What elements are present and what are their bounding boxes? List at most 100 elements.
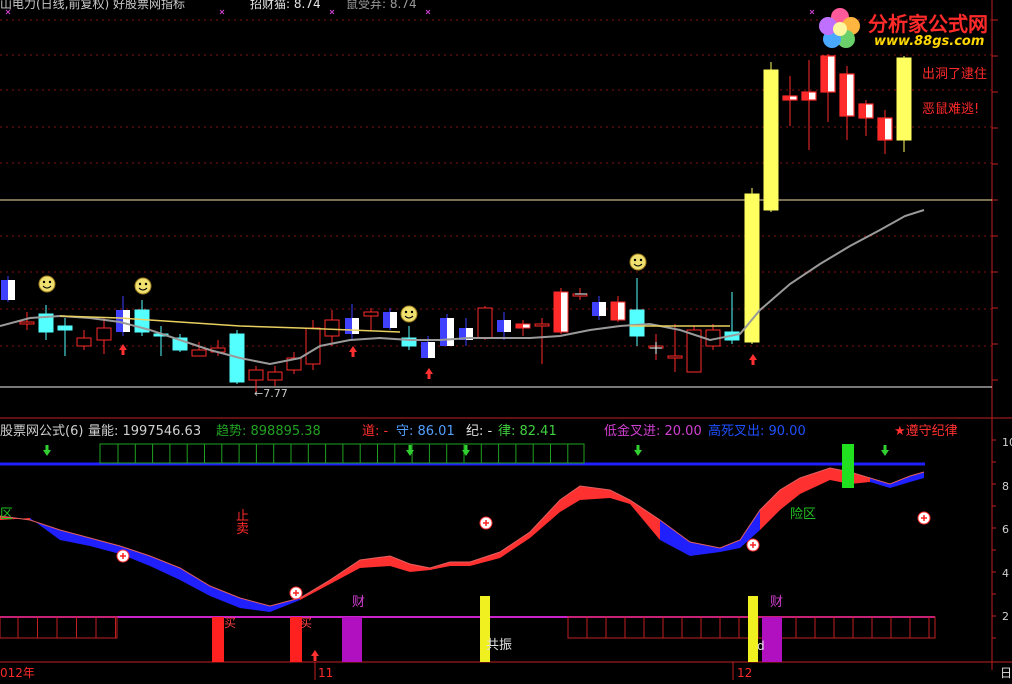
candle-body-red-44: [840, 74, 847, 116]
zone-right-label: 险区: [790, 507, 817, 522]
ribbon-seg-25: [690, 542, 720, 556]
smiley-eye-r-3: [639, 258, 643, 262]
ribbon-seg-23: [630, 500, 660, 540]
discipline-label: ★遵守纪律: [894, 424, 958, 439]
smiley-icon-1: [134, 277, 152, 295]
ribbon-seg-20: [560, 486, 580, 512]
smiley-eye-r-0: [48, 280, 52, 284]
smiley-icon-2: [400, 305, 418, 323]
candle-body-31: [592, 302, 599, 316]
candle-body-hl-31: [599, 302, 606, 316]
logo-url: www.88gs.com: [874, 34, 985, 49]
formula-name: 股票网公式(6): [0, 424, 84, 439]
candle-body-22: [421, 342, 428, 358]
smiley-icon-0: [38, 275, 56, 293]
candle-body-1: [19, 321, 35, 325]
vol-label: 量能: 1997546.63: [88, 424, 202, 439]
down-arrow-icon-2: [462, 445, 470, 456]
site-logo: 分析家公式网 www.88gs.com: [812, 2, 1010, 54]
logo-text: 分析家公式网: [868, 12, 988, 36]
ribbon-seg-28: [760, 490, 780, 530]
smiley-eye-l-1: [138, 282, 142, 286]
down-arrow-icon-0: [43, 445, 51, 456]
green-bar: [842, 444, 854, 488]
smiley-icon-3: [629, 253, 647, 271]
candle-body-23: [440, 318, 447, 346]
candle-body-13: [248, 369, 264, 381]
buy-label-1: 买: [224, 616, 237, 630]
ribbon-seg-5: [150, 556, 180, 580]
candle-body-hl-6: [123, 310, 130, 332]
candle-body-hl-22: [428, 342, 435, 358]
ribbon-seg-16: [450, 562, 470, 566]
ribbon-seg-19: [530, 500, 560, 538]
magenta-bar-1: [342, 617, 362, 662]
date-label-1: 11: [318, 666, 334, 680]
candle-body-hl-18: [352, 318, 359, 334]
up-arrow-icon-1: [349, 346, 357, 357]
y-tick-8: 8: [1002, 480, 1009, 493]
smiley-eye-r-1: [144, 282, 148, 286]
candle-body-red-42: [802, 92, 809, 100]
ribbon-seg-6: [180, 568, 210, 596]
cross-icon: [650, 342, 662, 354]
chart-stage: 山电力(日线,前复权) 好股票网指标 招财猫: 8.74 鼠受弃: 8.74 出…: [0, 0, 1012, 680]
ribbon-seg-2: [60, 530, 90, 546]
ribbon-seg-7: [210, 586, 240, 608]
y-tick-6: 6: [1002, 523, 1009, 536]
candle-body-red-32: [611, 302, 618, 320]
up-arrow-icon-bottom: [311, 650, 319, 661]
candle-body-20: [383, 312, 390, 328]
dead-cross-label: 高死叉出: 90.00: [708, 424, 806, 439]
up-arrow-icon-2: [425, 368, 433, 379]
candle-body-17: [324, 319, 340, 337]
candle-body-16: [305, 327, 321, 365]
smiley-eye-l-3: [633, 258, 637, 262]
cai-label-2: 财: [770, 595, 784, 610]
ribbon-seg-24: [660, 520, 690, 556]
candle-body-19: [363, 311, 379, 317]
ribbon-seg-14: [410, 564, 430, 572]
candle-body-40: [763, 69, 779, 211]
ribbon-seg-17: [470, 552, 500, 566]
indicator-zhaocaimao: 招财猫: 8.74: [250, 0, 321, 11]
candle-body-hl-20: [390, 312, 397, 328]
candle-body-47: [896, 57, 912, 141]
corner-label: 日: [1000, 666, 1012, 680]
y-tick-2: 2: [1002, 610, 1009, 623]
magenta-bar-2: [762, 617, 782, 662]
candle-body-red-46: [878, 118, 885, 140]
x-marker-2: [329, 9, 335, 15]
trend-label: 趋势: 898895.38: [216, 424, 321, 439]
red-bar-0: [212, 617, 224, 662]
candle-body-35: [667, 355, 683, 359]
candle-body-33: [629, 309, 645, 337]
shou-label: 守: 86.01: [396, 424, 455, 439]
ribbon-seg-29: [780, 478, 800, 510]
lv-label: 律: 82.41: [498, 424, 557, 439]
candle-body-5: [96, 327, 112, 341]
x-marker-1: [219, 9, 225, 15]
candle-body-hl-23: [447, 318, 454, 346]
dao-label: 道: -: [362, 424, 389, 439]
flower-icon: [819, 8, 860, 48]
candle-body-hl-0: [8, 280, 15, 300]
smiley-eye-l-2: [404, 310, 408, 314]
sell-label: 止卖: [236, 509, 250, 537]
candle-body-hl-26: [504, 320, 511, 332]
candle-body-red-45: [859, 104, 866, 118]
ribbon-seg-26: [720, 540, 740, 552]
smiley-eye-l-0: [42, 280, 46, 284]
green-band: [99, 443, 585, 464]
candle-body-25: [477, 307, 493, 339]
indicator-shushouqi: 鼠受弃: 8.74: [346, 0, 417, 11]
y-tick-4: 4: [1002, 567, 1009, 580]
candle-body-26: [497, 320, 504, 332]
candle-body-10: [191, 349, 207, 357]
zone-left-label: 区: [0, 507, 14, 522]
date-label-2: 12: [737, 666, 753, 680]
kline-chart: [0, 0, 1012, 680]
down-arrow-icon-4: [881, 445, 889, 456]
x-marker-3: [425, 9, 431, 15]
y-tick-10: 10: [1002, 436, 1012, 449]
